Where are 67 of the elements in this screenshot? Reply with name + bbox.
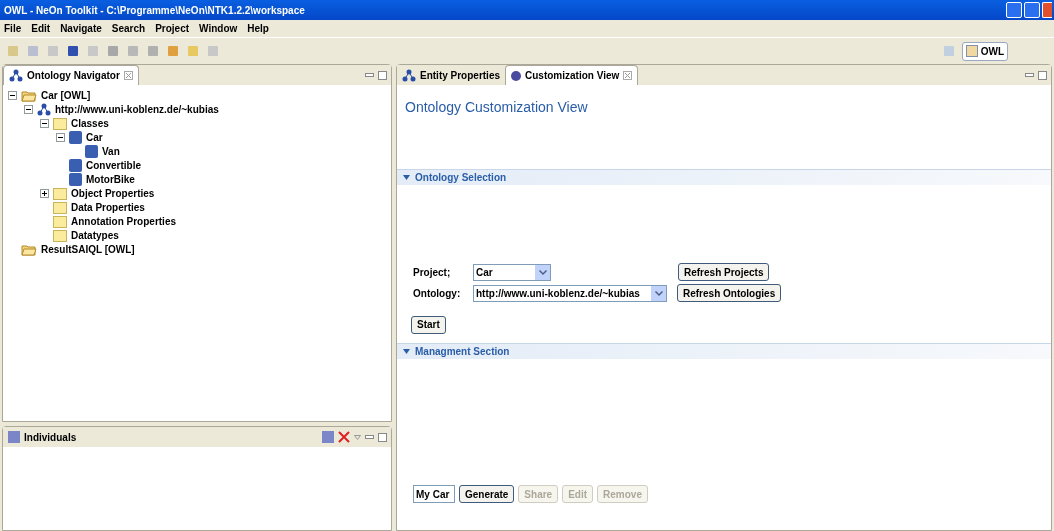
menu-item[interactable]: Help: [247, 21, 269, 36]
field-label: Ontology:: [413, 286, 462, 301]
tree-item[interactable]: Data Properties: [71, 199, 145, 215]
refresh-projects-button[interactable]: Refresh Projects: [678, 263, 770, 281]
collapse-arrow-icon[interactable]: [403, 174, 410, 181]
folder-icon: [21, 88, 37, 102]
name-input[interactable]: My Car: [413, 485, 455, 503]
tree-item[interactable]: Object Properties: [71, 185, 155, 201]
view-tab[interactable]: Ontology Navigator: [3, 65, 139, 85]
restore-icon[interactable]: [1024, 2, 1040, 18]
menu-item[interactable]: Navigate: [60, 21, 102, 36]
perspective-button[interactable]: OWL: [961, 41, 1008, 61]
folder-icon: [53, 214, 67, 228]
ontology-dropdown[interactable]: http://www.uni-koblenz.de/~kubias: [473, 284, 667, 302]
tree-item[interactable]: Classes: [71, 115, 109, 131]
window-title: OWL - NeOn Toolkit - C:\Programme\NeOn\NTK1.2.2\workspace: [4, 3, 305, 18]
collapse-icon[interactable]: [8, 90, 17, 100]
maximize-icon[interactable]: [1038, 70, 1047, 80]
tree-item[interactable]: Datatypes: [71, 227, 119, 243]
minimize-icon[interactable]: [1025, 72, 1034, 78]
class-icon: [85, 144, 98, 158]
action-button[interactable]: Generate: [459, 485, 515, 503]
tree-item[interactable]: Annotation Properties: [71, 213, 176, 229]
folder-icon: [53, 200, 67, 214]
tree-item[interactable]: Car: [86, 129, 103, 145]
tree-item[interactable]: Convertible: [86, 157, 141, 173]
section-header[interactable]: Managment Section: [397, 343, 1051, 359]
menu-item[interactable]: File: [4, 21, 22, 36]
close-icon[interactable]: [123, 71, 133, 80]
tree-item[interactable]: ResultSAIQL [OWL]: [41, 241, 135, 257]
collapse-arrow-icon[interactable]: [403, 348, 410, 355]
class-icon: [69, 172, 82, 186]
refresh-ontologies-button[interactable]: Refresh Ontologies: [677, 284, 782, 302]
project-dropdown[interactable]: Car: [473, 263, 551, 281]
class-icon: [69, 130, 82, 144]
menu-item[interactable]: Project: [155, 21, 190, 36]
dropdown-icon[interactable]: [651, 285, 666, 301]
collapse-icon[interactable]: [24, 104, 33, 114]
minimize-icon[interactable]: [365, 72, 374, 78]
menu-item[interactable]: Search: [111, 21, 146, 36]
collapse-icon[interactable]: [40, 118, 49, 128]
tree-item[interactable]: Car [OWL]: [41, 87, 91, 103]
close-icon[interactable]: [623, 71, 633, 80]
folder-icon: [53, 228, 67, 242]
start-button[interactable]: Start: [411, 315, 446, 334]
tree-item[interactable]: http://www.uni-koblenz.de/~kubias: [55, 101, 219, 117]
maximize-icon[interactable]: [378, 70, 387, 80]
section-header[interactable]: Ontology Selection: [397, 169, 1051, 185]
minimize-icon[interactable]: [365, 434, 374, 440]
menu-item[interactable]: Edit: [31, 21, 51, 36]
individual-icon: [8, 431, 20, 443]
tree-item[interactable]: Van: [102, 143, 120, 159]
maximize-icon[interactable]: [378, 432, 387, 442]
view-title: Ontology Customization View: [405, 99, 588, 115]
collapse-icon[interactable]: [56, 132, 65, 142]
delete-icon[interactable]: [338, 431, 350, 443]
dropdown-icon[interactable]: [535, 264, 550, 280]
view-menu-icon[interactable]: [354, 434, 361, 440]
field-label: Project;: [413, 265, 452, 280]
view-tab[interactable]: Customization View: [505, 65, 639, 85]
class-icon: [69, 158, 82, 172]
folder-icon: [53, 186, 67, 200]
tree-item[interactable]: MotorBike: [86, 171, 135, 187]
folder-icon: [21, 242, 37, 256]
folder-icon: [53, 116, 67, 130]
menu-item[interactable]: Window: [199, 21, 238, 36]
expand-icon[interactable]: [40, 188, 49, 198]
